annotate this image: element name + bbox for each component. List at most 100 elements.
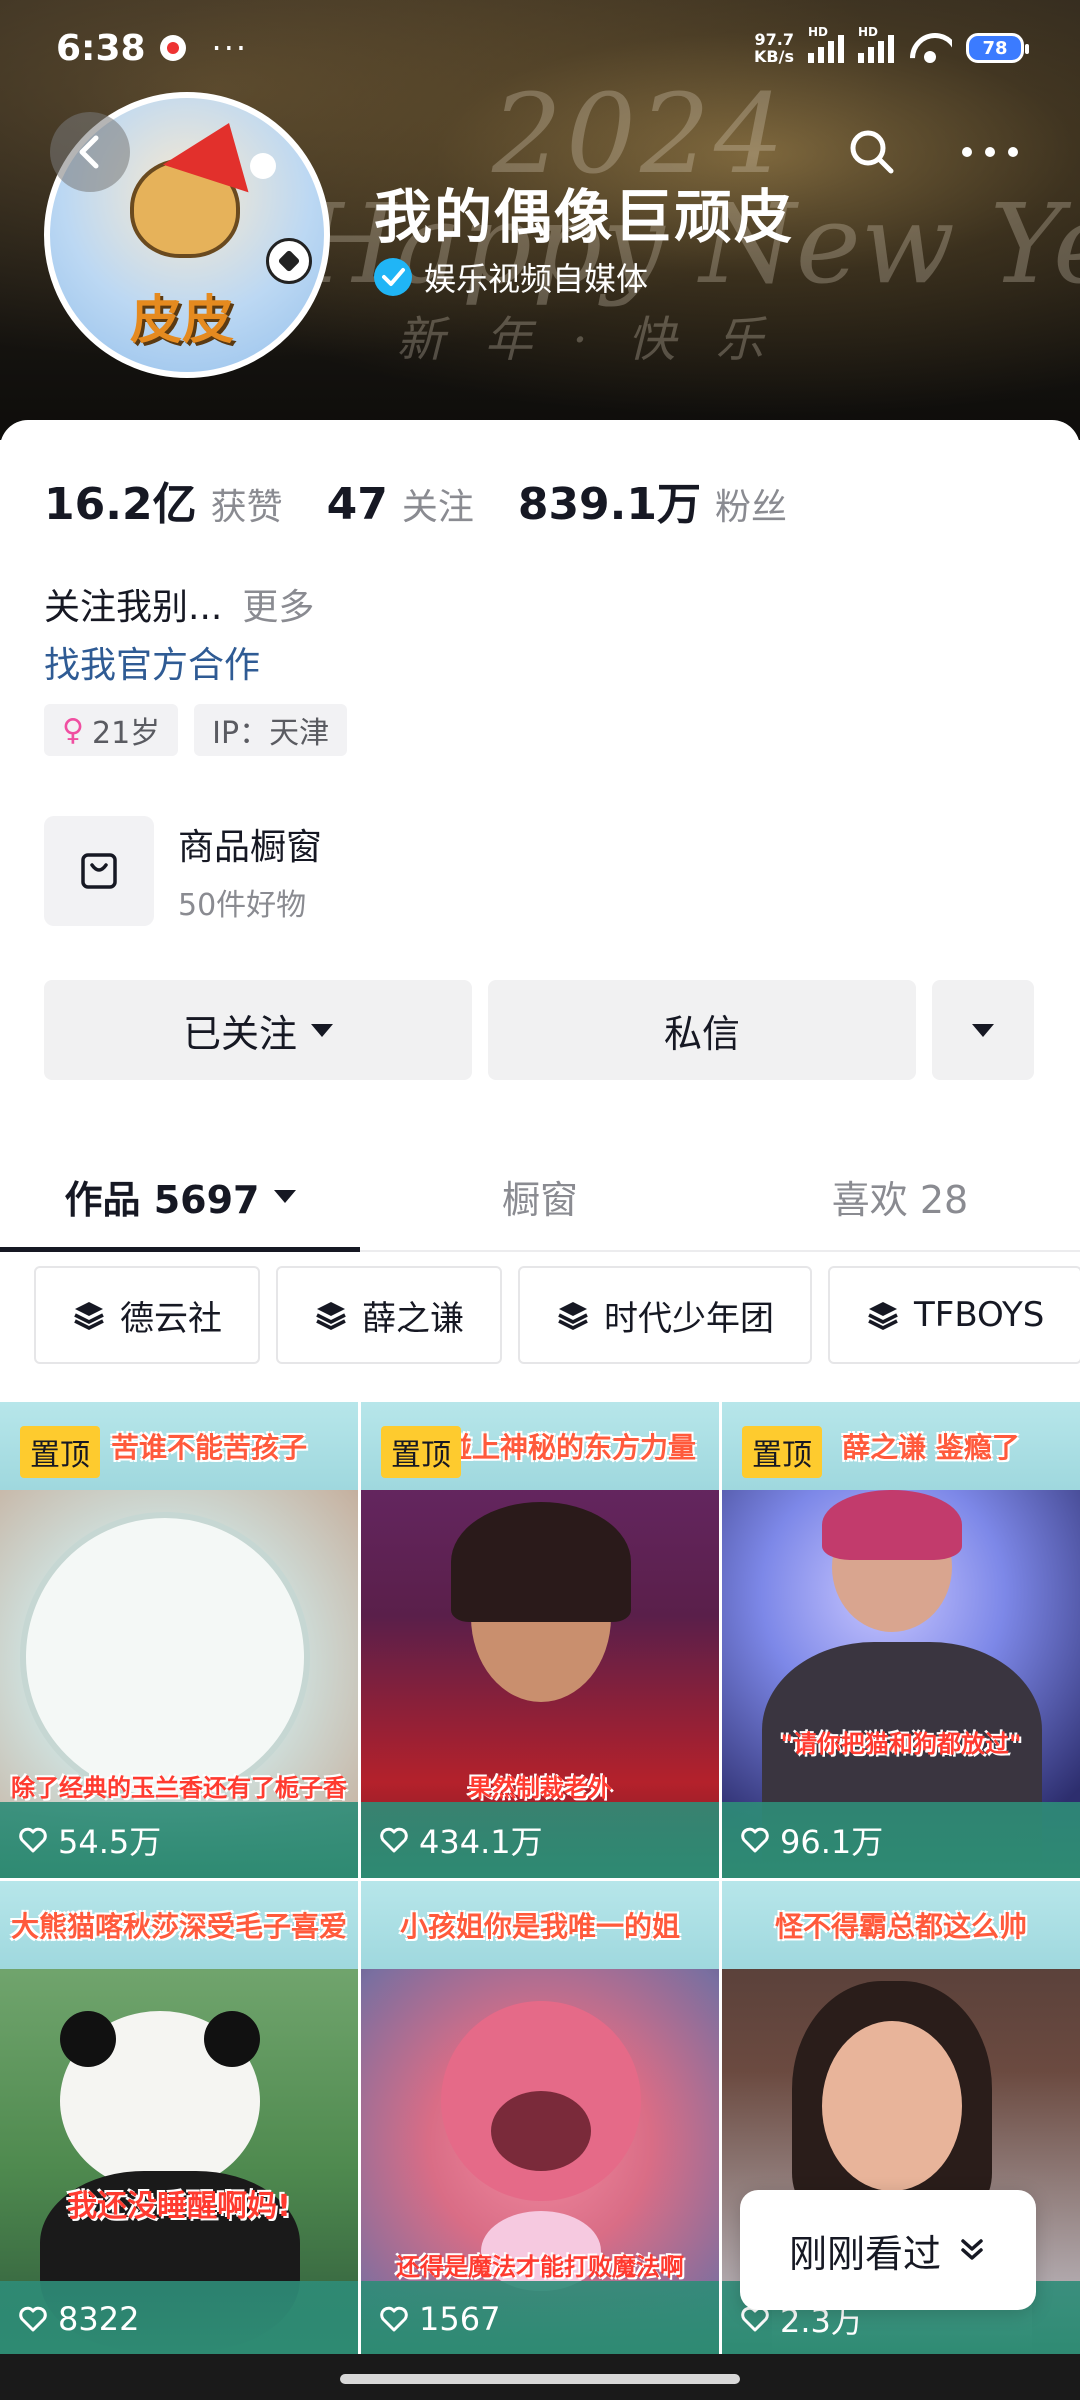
following-count[interactable]: 47 (327, 479, 388, 530)
age-tag: ♀ 21岁 (44, 704, 179, 756)
chevron-left-icon (79, 135, 99, 169)
more-dot (985, 147, 995, 157)
following-label: 关注 (401, 487, 474, 528)
like-count: 434.1万 (419, 1823, 543, 1861)
more-options-button[interactable] (962, 136, 1018, 168)
video-thumbnail[interactable]: 碰上神秘的东方力量 置顶 果然制裁老外 434.1万 (361, 1402, 719, 1878)
like-count: 1567 (419, 2300, 501, 2338)
shop-window-entry[interactable]: 商品橱窗 50件好物 (44, 816, 322, 926)
stats-row: 16.2亿 获赞 47 关注 839.1万 粉丝 (44, 468, 817, 532)
recently-viewed-button[interactable]: 刚刚看过 (740, 2190, 1036, 2310)
verify-label: 娱乐视频自媒体 (424, 260, 649, 298)
chip-label: 德云社 (120, 1298, 222, 1339)
shopping-bag-icon (44, 816, 154, 926)
video-thumbnail[interactable]: 小孩姐你是我唯一的姐 还得是魔法才能打败魔法啊 1567 (361, 1881, 719, 2357)
more-dot (962, 147, 972, 157)
soccer-ball-icon (266, 238, 312, 284)
tab-works-label: 作品 5697 (64, 1177, 260, 1222)
thumbnail-header: 怪不得霸总都这么帅 (722, 1881, 1080, 1969)
bio-more-link[interactable]: 更多 (242, 587, 314, 628)
status-more-icon: ··· (211, 29, 249, 67)
net-speed-value: 97.7 (754, 30, 794, 49)
collection-chips: 德云社 薛之谦 时代少年团 TFBOYS (34, 1266, 1080, 1364)
tab-works[interactable]: 作品 5697 (0, 1142, 360, 1252)
recently-viewed-label: 刚刚看过 (788, 2231, 941, 2276)
pinned-badge: 置顶 (742, 1426, 822, 1478)
battery-level: 78 (982, 37, 1008, 59)
bio: 关注我别... 更多 (44, 578, 314, 630)
thumbnail-header: 大熊猫喀秋莎深受毛子喜爱 (0, 1881, 358, 1969)
net-speed: 97.7 KB/s (754, 31, 794, 65)
caret-down-icon (311, 1023, 333, 1037)
net-speed-unit: KB/s (754, 47, 794, 66)
video-thumbnail[interactable]: 大熊猫喀秋莎深受毛子喜爱 我还没睡醒啊妈! 8322 (0, 1881, 358, 2357)
verify-row: 娱乐视频自媒体 (374, 254, 648, 300)
tin-shape (20, 1512, 310, 1802)
like-count: 96.1万 (780, 1823, 884, 1861)
status-bar: 6:38 ··· 97.7 KB/s HD HD 78 (0, 0, 1080, 96)
chip-collection[interactable]: TFBOYS (828, 1266, 1080, 1364)
back-button[interactable] (50, 112, 130, 192)
cooperation-link[interactable]: 找我官方合作 (44, 636, 260, 688)
heart-icon (380, 1827, 408, 1853)
notification-icon (159, 35, 186, 61)
status-time: 6:38 (56, 27, 146, 69)
likes-label: 获赞 (210, 487, 283, 528)
tab-likes[interactable]: 喜欢 28 (720, 1142, 1080, 1250)
followers-label: 粉丝 (715, 487, 788, 528)
chip-collection[interactable]: 德云社 (34, 1266, 260, 1364)
stack-icon (868, 1302, 898, 1330)
stack-icon (558, 1302, 588, 1330)
like-count-row: 8322 (0, 2281, 358, 2357)
like-count-row: 434.1万 (361, 1802, 719, 1878)
pinned-badge: 置顶 (381, 1426, 461, 1478)
caret-down-icon (972, 1023, 994, 1037)
heart-icon (19, 1827, 47, 1853)
expand-button[interactable] (932, 980, 1034, 1080)
thumbnail-caption: 还得是魔法才能打败魔法啊 (396, 2253, 684, 2281)
search-icon (850, 130, 894, 174)
signal-label: HD (808, 25, 829, 39)
more-dot (1008, 147, 1018, 157)
girl-face-shape (822, 2021, 962, 2191)
likes-count[interactable]: 16.2亿 (44, 468, 197, 532)
like-count-row: 96.1万 (722, 1802, 1080, 1878)
action-buttons: 已关注 私信 (44, 980, 1034, 1080)
thumbnail-header: 小孩姐你是我唯一的姐 (361, 1881, 719, 1969)
followers-count[interactable]: 839.1万 (518, 468, 701, 532)
avatar-text: 皮皮 (130, 291, 235, 351)
double-chevron-down-icon (961, 2239, 983, 2260)
heart-icon (741, 1827, 769, 1853)
video-thumbnail[interactable]: 苦谁不能苦孩子 置顶 除了经典的玉兰香还有了栀子香 54.5万 (0, 1402, 358, 1878)
caret-down-icon (273, 1189, 296, 1203)
tab-shop-window-label: 橱窗 (501, 1177, 578, 1222)
like-count: 54.5万 (58, 1823, 162, 1861)
singer-hair-shape (822, 1490, 962, 1560)
thumbnail-title: 怪不得霸总都这么帅 (774, 1910, 1027, 1943)
chip-collection[interactable]: 时代少年团 (518, 1266, 812, 1364)
heart-icon (380, 2306, 408, 2332)
ip-text: IP：天津 (212, 716, 330, 751)
chip-collection[interactable]: 薛之谦 (276, 1266, 502, 1364)
home-indicator[interactable] (340, 2374, 740, 2384)
chip-label: 薛之谦 (362, 1298, 464, 1339)
verified-check-icon (374, 258, 412, 296)
signal-icon: HD (808, 25, 844, 63)
thumbnail-caption: 除了经典的玉兰香还有了栀子香 (11, 1774, 347, 1802)
wifi-icon (908, 31, 952, 65)
followed-button[interactable]: 已关注 (44, 980, 472, 1080)
thumbnail-title: 小孩姐你是我唯一的姐 (399, 1910, 680, 1943)
stack-icon (316, 1302, 346, 1330)
like-count-row: 54.5万 (0, 1802, 358, 1878)
female-icon: ♀ (62, 712, 84, 748)
search-button[interactable] (844, 124, 900, 180)
message-button[interactable]: 私信 (488, 980, 916, 1080)
tab-shop-window[interactable]: 橱窗 (360, 1142, 720, 1250)
shop-title: 商品橱窗 (178, 827, 323, 868)
heart-icon (19, 2306, 47, 2332)
profile-name: 我的偶像巨顽皮 (374, 183, 795, 251)
bear-mouth-shape (491, 2091, 591, 2171)
video-thumbnail[interactable]: 薛之谦 鉴瘾了 置顶 "请你把猫和狗都放过" 96.1万 (722, 1402, 1080, 1878)
like-count: 8322 (58, 2300, 140, 2338)
pinned-badge: 置顶 (20, 1426, 100, 1478)
